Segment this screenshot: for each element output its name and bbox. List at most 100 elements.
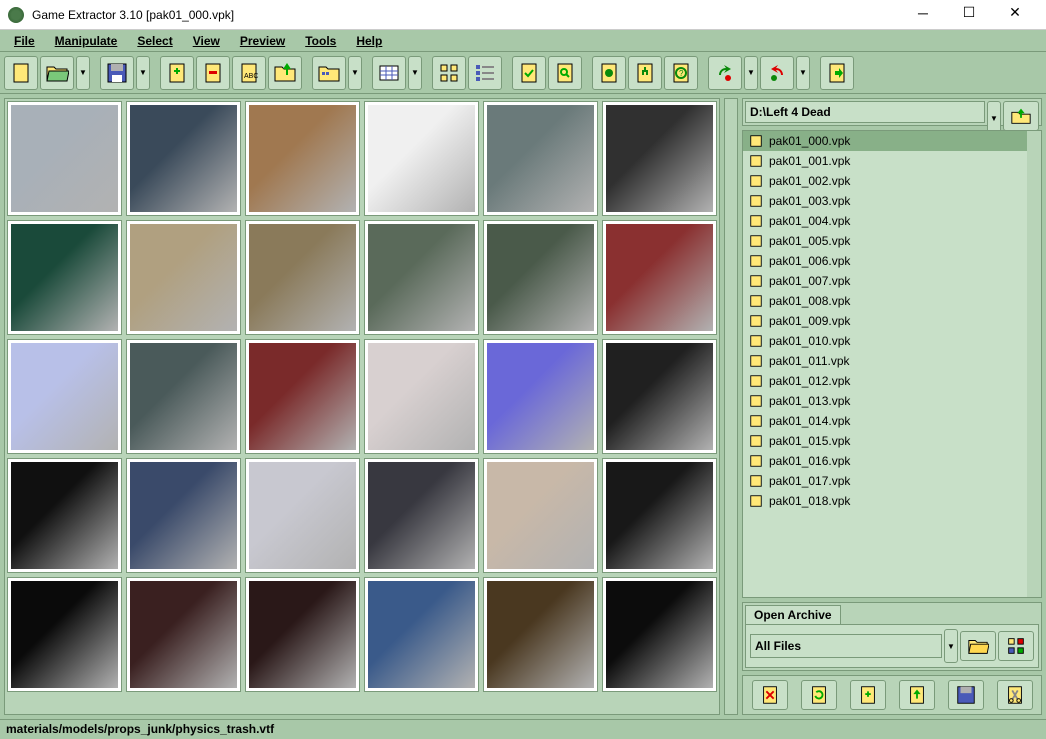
minimize-button[interactable]: ─ [900, 0, 946, 28]
thumbnail[interactable] [483, 101, 598, 216]
action-add-button[interactable] [850, 680, 886, 710]
list-view-button[interactable] [468, 56, 502, 90]
thumbnail[interactable] [7, 458, 122, 573]
undo-button[interactable] [760, 56, 794, 90]
close-button[interactable]: ✕ [992, 0, 1038, 28]
table-view-dropdown[interactable]: ▼ [408, 56, 422, 90]
file-item[interactable]: pak01_009.vpk [743, 311, 1041, 331]
thumbnail[interactable] [364, 577, 479, 692]
filter-dropdown[interactable]: ▼ [944, 629, 958, 663]
remove-button[interactable] [196, 56, 230, 90]
view-mode-dropdown[interactable]: ▼ [348, 56, 362, 90]
thumbnail[interactable] [245, 458, 360, 573]
thumbnail[interactable] [483, 458, 598, 573]
file-item[interactable]: pak01_003.vpk [743, 191, 1041, 211]
thumbnail[interactable] [126, 458, 241, 573]
rename-button[interactable]: ABC [232, 56, 266, 90]
menu-preview[interactable]: Preview [232, 32, 293, 50]
action-new-button[interactable] [752, 680, 788, 710]
save-button[interactable] [100, 56, 134, 90]
thumbnail[interactable] [245, 339, 360, 454]
save-dropdown[interactable]: ▼ [136, 56, 150, 90]
file-item[interactable]: pak01_017.vpk [743, 471, 1041, 491]
thumbnail[interactable] [7, 101, 122, 216]
menu-file[interactable]: File [6, 32, 43, 50]
filter-combo[interactable]: All Files [750, 634, 942, 658]
file-item[interactable]: pak01_007.vpk [743, 271, 1041, 291]
thumbnail[interactable] [483, 577, 598, 692]
thumbnail[interactable] [364, 220, 479, 335]
thumbnail[interactable] [364, 339, 479, 454]
open-dropdown[interactable]: ▼ [76, 56, 90, 90]
open-archive-tab[interactable]: Open Archive [745, 605, 841, 624]
thumbnail[interactable] [602, 101, 717, 216]
action-save-button[interactable] [948, 680, 984, 710]
add-button[interactable] [160, 56, 194, 90]
action-cut-button[interactable] [997, 680, 1033, 710]
menu-help[interactable]: Help [348, 32, 390, 50]
file-item[interactable]: pak01_002.vpk [743, 171, 1041, 191]
maximize-button[interactable]: ☐ [946, 0, 992, 28]
thumbnail[interactable] [364, 101, 479, 216]
file-item[interactable]: pak01_018.vpk [743, 491, 1041, 511]
view-mode-button[interactable] [312, 56, 346, 90]
file-item[interactable]: pak01_004.vpk [743, 211, 1041, 231]
menu-select[interactable]: Select [129, 32, 180, 50]
thumbnail[interactable] [126, 339, 241, 454]
file-item[interactable]: pak01_000.vpk [743, 131, 1041, 151]
new-button[interactable] [4, 56, 38, 90]
thumbnail[interactable] [126, 101, 241, 216]
file-item[interactable]: pak01_013.vpk [743, 391, 1041, 411]
thumbnail[interactable] [483, 220, 598, 335]
open-button[interactable] [40, 56, 74, 90]
up-folder-button[interactable] [1003, 101, 1039, 131]
thumbnail[interactable] [7, 577, 122, 692]
menu-tools[interactable]: Tools [297, 32, 344, 50]
action-extract-button[interactable] [899, 680, 935, 710]
table-view-button[interactable] [372, 56, 406, 90]
action-refresh-button[interactable] [801, 680, 837, 710]
tile-view-button[interactable] [432, 56, 466, 90]
undo-dropdown[interactable]: ▼ [796, 56, 810, 90]
file-item[interactable]: pak01_011.vpk [743, 351, 1041, 371]
menu-manipulate[interactable]: Manipulate [47, 32, 126, 50]
file-item[interactable]: pak01_012.vpk [743, 371, 1041, 391]
thumbnail[interactable] [602, 220, 717, 335]
info-button[interactable]: ? [664, 56, 698, 90]
file-list[interactable]: pak01_000.vpkpak01_001.vpkpak01_002.vpkp… [742, 130, 1042, 598]
file-list-scrollbar[interactable] [1027, 131, 1041, 597]
thumbnail[interactable] [483, 339, 598, 454]
grid-filter-button[interactable] [998, 631, 1034, 661]
thumbnail-panel[interactable] [4, 98, 720, 715]
thumbnail[interactable] [602, 577, 717, 692]
tree-button[interactable] [628, 56, 662, 90]
file-item[interactable]: pak01_001.vpk [743, 151, 1041, 171]
extract-button[interactable] [268, 56, 302, 90]
file-item[interactable]: pak01_014.vpk [743, 411, 1041, 431]
path-combo[interactable]: D:\Left 4 Dead [745, 101, 985, 123]
thumbnail[interactable] [245, 220, 360, 335]
file-item[interactable]: pak01_015.vpk [743, 431, 1041, 451]
menu-view[interactable]: View [185, 32, 228, 50]
thumbnail[interactable] [7, 339, 122, 454]
file-item[interactable]: pak01_006.vpk [743, 251, 1041, 271]
file-item[interactable]: pak01_016.vpk [743, 451, 1041, 471]
file-item[interactable]: pak01_010.vpk [743, 331, 1041, 351]
thumbnail[interactable] [364, 458, 479, 573]
redo-button[interactable] [708, 56, 742, 90]
file-item[interactable]: pak01_005.vpk [743, 231, 1041, 251]
open-filter-button[interactable] [960, 631, 996, 661]
thumbnail[interactable] [245, 101, 360, 216]
redo-dropdown[interactable]: ▼ [744, 56, 758, 90]
thumbnail-scrollbar[interactable] [724, 98, 738, 715]
gear-button[interactable] [592, 56, 626, 90]
thumbnail[interactable] [126, 577, 241, 692]
thumbnail[interactable] [602, 458, 717, 573]
file-item[interactable]: pak01_008.vpk [743, 291, 1041, 311]
thumbnail[interactable] [126, 220, 241, 335]
search-button[interactable] [548, 56, 582, 90]
export-button[interactable] [820, 56, 854, 90]
thumbnail[interactable] [602, 339, 717, 454]
thumbnail[interactable] [7, 220, 122, 335]
check-button[interactable] [512, 56, 546, 90]
